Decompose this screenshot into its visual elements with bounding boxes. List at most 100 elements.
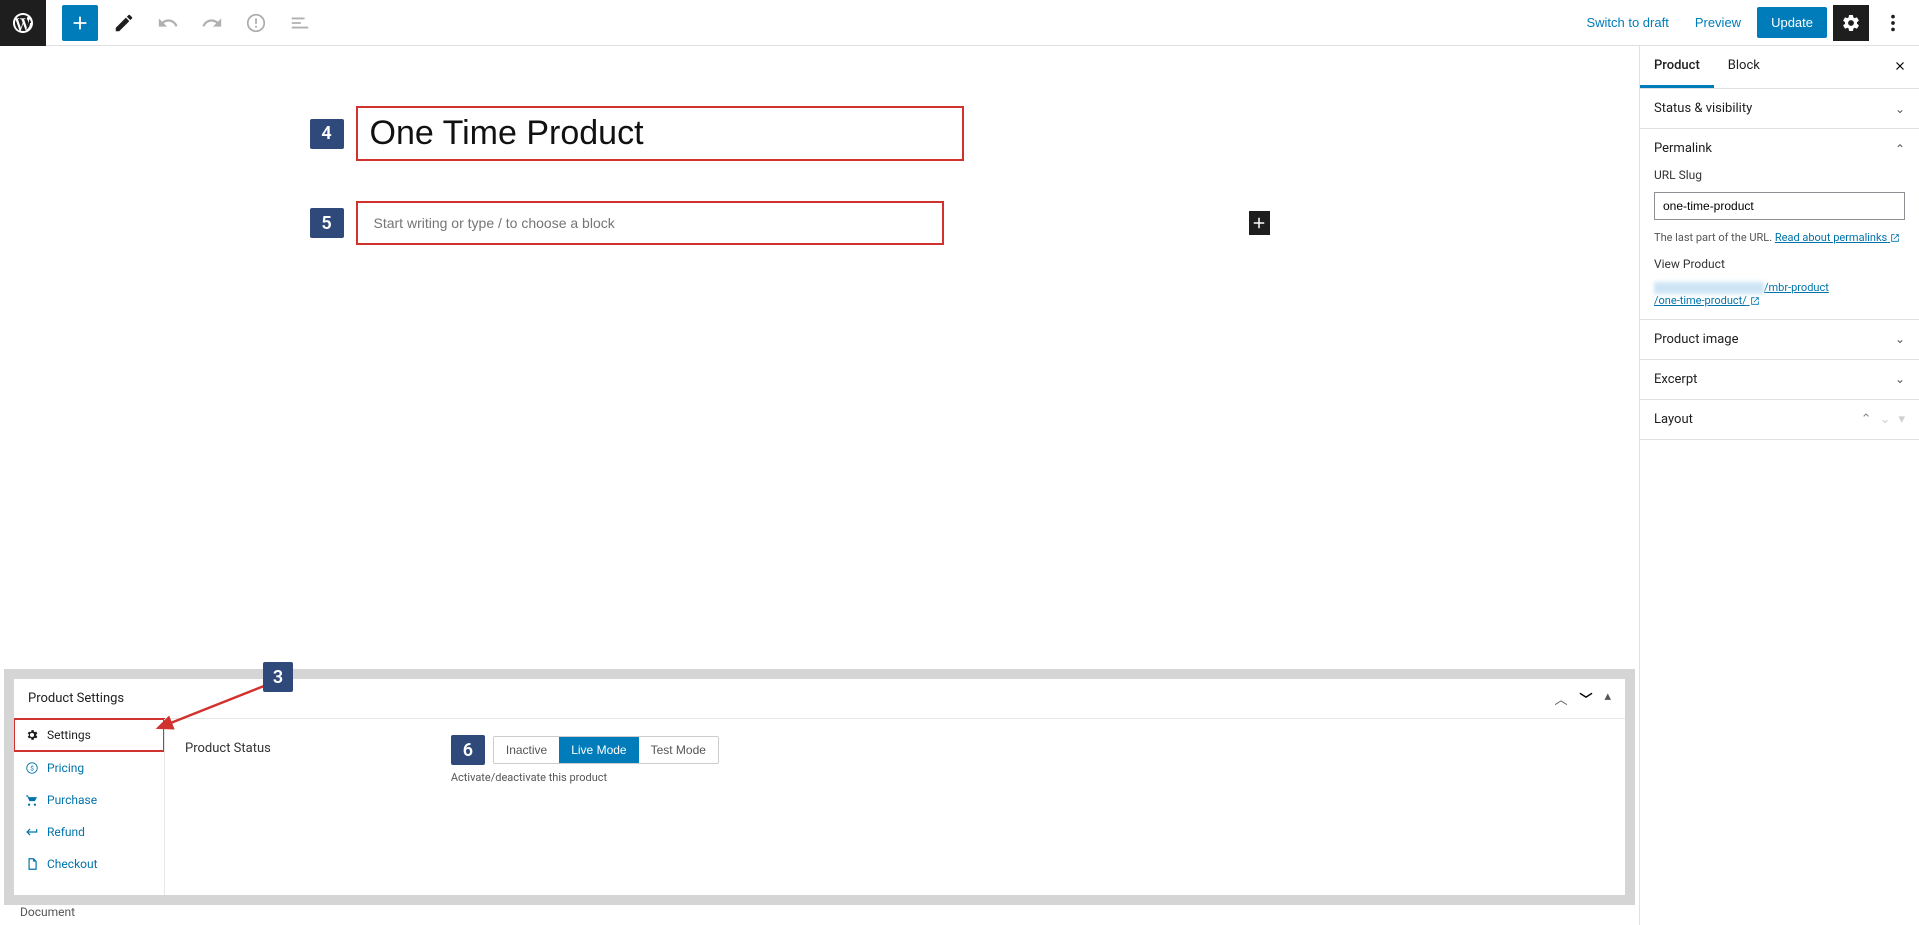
panel-body: Settings $ Pricing Purchase Refund: [14, 719, 1625, 895]
undo-icon: [157, 12, 179, 34]
post-title-input[interactable]: [370, 114, 950, 153]
switch-to-draft-button[interactable]: Switch to draft: [1576, 9, 1678, 36]
nav-label: Pricing: [47, 761, 84, 775]
body-outline: [356, 201, 944, 245]
callout-4: 4: [310, 119, 344, 149]
update-button[interactable]: Update: [1757, 7, 1827, 38]
info-button[interactable]: [238, 5, 274, 41]
toolbar-right: Switch to draft Preview Update: [1576, 5, 1919, 41]
view-product-url[interactable]: /mbr-product /one-time-product/: [1654, 281, 1905, 307]
section-product-image[interactable]: Product image ⌄: [1640, 320, 1919, 360]
blurred-domain: [1654, 282, 1764, 294]
panel-nav-pricing[interactable]: $ Pricing: [14, 752, 164, 784]
section-title: Layout: [1654, 412, 1693, 427]
info-icon: [245, 12, 267, 34]
url-slug-label: URL Slug: [1654, 168, 1905, 182]
tab-block[interactable]: Block: [1714, 46, 1774, 88]
settings-toggle[interactable]: [1833, 5, 1869, 41]
svg-text:$: $: [30, 764, 34, 772]
panel-header-controls: ︿ ﹀ ▴: [1554, 689, 1611, 708]
main-area: 4 5 3 Produ: [0, 46, 1919, 925]
status-test-button[interactable]: Test Mode: [639, 737, 718, 763]
close-icon: [1893, 59, 1907, 73]
title-outline: [356, 106, 964, 161]
nav-label: Refund: [47, 825, 85, 839]
inline-add-block-button[interactable]: [1249, 211, 1269, 235]
body-row: 5: [310, 201, 1270, 245]
redo-icon: [201, 12, 223, 34]
title-row: 4: [310, 106, 1270, 161]
chevron-down-icon: ⌄: [1895, 332, 1905, 346]
panel-title: Product Settings: [28, 691, 124, 706]
status-toggle-group: Inactive Live Mode Test Mode: [493, 736, 719, 764]
section-title: Product image: [1654, 332, 1739, 347]
editor-canvas: 4 5: [0, 46, 1639, 245]
panel-nav-refund[interactable]: Refund: [14, 816, 164, 848]
url-slug-input[interactable]: [1654, 192, 1905, 220]
external-link-icon: [1890, 233, 1900, 243]
section-permalink: Permalink ⌃ URL Slug The last part of th…: [1640, 129, 1919, 320]
sidebar-close-button[interactable]: [1881, 50, 1919, 85]
layout-controls: ⌃ ⌄ ▾: [1861, 412, 1905, 427]
wordpress-logo[interactable]: [0, 0, 46, 46]
panel-collapse-down[interactable]: ﹀: [1579, 689, 1592, 708]
topbar: Switch to draft Preview Update: [0, 0, 1919, 46]
panel-nav: Settings $ Pricing Purchase Refund: [14, 719, 164, 895]
callout-6: 6: [451, 735, 485, 765]
callout-3: 3: [263, 662, 293, 692]
footer-breadcrumb[interactable]: Document: [20, 905, 75, 919]
layout-down[interactable]: ⌄: [1880, 412, 1891, 427]
section-excerpt[interactable]: Excerpt ⌄: [1640, 360, 1919, 400]
panel-nav-checkout[interactable]: Checkout: [14, 848, 164, 880]
toolbar-left: [46, 5, 318, 41]
wordpress-icon: [11, 11, 35, 35]
read-about-permalinks-link[interactable]: Read about permalinks: [1775, 231, 1900, 244]
panel-header: Product Settings ︿ ﹀ ▴: [14, 679, 1625, 719]
content-input[interactable]: [370, 213, 930, 233]
callout-5: 5: [310, 208, 344, 238]
add-block-button[interactable]: [62, 5, 98, 41]
section-layout[interactable]: Layout ⌃ ⌄ ▾: [1640, 400, 1919, 440]
pencil-icon: [113, 12, 135, 34]
section-title: Status & visibility: [1654, 101, 1752, 116]
panel-collapse-up[interactable]: ︿: [1554, 689, 1567, 708]
sidebar-tabs: Product Block: [1640, 46, 1919, 89]
tab-product[interactable]: Product: [1640, 46, 1714, 88]
status-help-text: Activate/deactivate this product: [451, 771, 719, 784]
product-settings-panel: 3 Product Settings ︿ ﹀ ▴ Settings: [14, 679, 1625, 895]
status-right: 6 Inactive Live Mode Test Mode Activate/…: [451, 735, 719, 784]
editor-column: 4 5 3 Produ: [0, 46, 1639, 925]
panel-nav-purchase[interactable]: Purchase: [14, 784, 164, 816]
undo-button[interactable]: [150, 5, 186, 41]
more-menu-button[interactable]: [1875, 5, 1911, 41]
outline-icon: [289, 12, 311, 34]
section-title: Permalink: [1654, 141, 1712, 156]
panel-expand[interactable]: ▴: [1604, 689, 1611, 708]
status-live-button[interactable]: Live Mode: [559, 737, 638, 763]
nav-label: Checkout: [47, 857, 98, 871]
panel-nav-settings[interactable]: Settings: [13, 718, 165, 752]
more-vertical-icon: [1882, 12, 1904, 34]
layout-dropdown[interactable]: ▾: [1898, 412, 1905, 427]
product-status-row: Product Status 6 Inactive Live Mode Test…: [185, 735, 1605, 784]
gear-icon: [1841, 13, 1861, 33]
redo-button[interactable]: [194, 5, 230, 41]
permalink-header[interactable]: Permalink ⌃: [1654, 141, 1905, 156]
document-icon: [25, 857, 39, 871]
status-inactive-button[interactable]: Inactive: [494, 737, 559, 763]
dollar-icon: $: [25, 761, 39, 775]
settings-sidebar: Product Block Status & visibility ⌄ Perm…: [1639, 46, 1919, 925]
view-product-label: View Product: [1654, 257, 1905, 271]
permalink-body: URL Slug The last part of the URL. Read …: [1654, 156, 1905, 307]
gear-icon: [25, 728, 39, 742]
layout-up[interactable]: ⌃: [1861, 412, 1872, 427]
section-status-visibility[interactable]: Status & visibility ⌄: [1640, 89, 1919, 129]
outline-button[interactable]: [282, 5, 318, 41]
external-link-icon: [1750, 296, 1760, 306]
slug-help-text: The last part of the URL. Read about per…: [1654, 230, 1905, 247]
edit-button[interactable]: [106, 5, 142, 41]
preview-button[interactable]: Preview: [1685, 9, 1751, 36]
plus-icon: [1250, 214, 1268, 232]
nav-label: Purchase: [47, 793, 97, 807]
product-status-label: Product Status: [185, 735, 271, 756]
